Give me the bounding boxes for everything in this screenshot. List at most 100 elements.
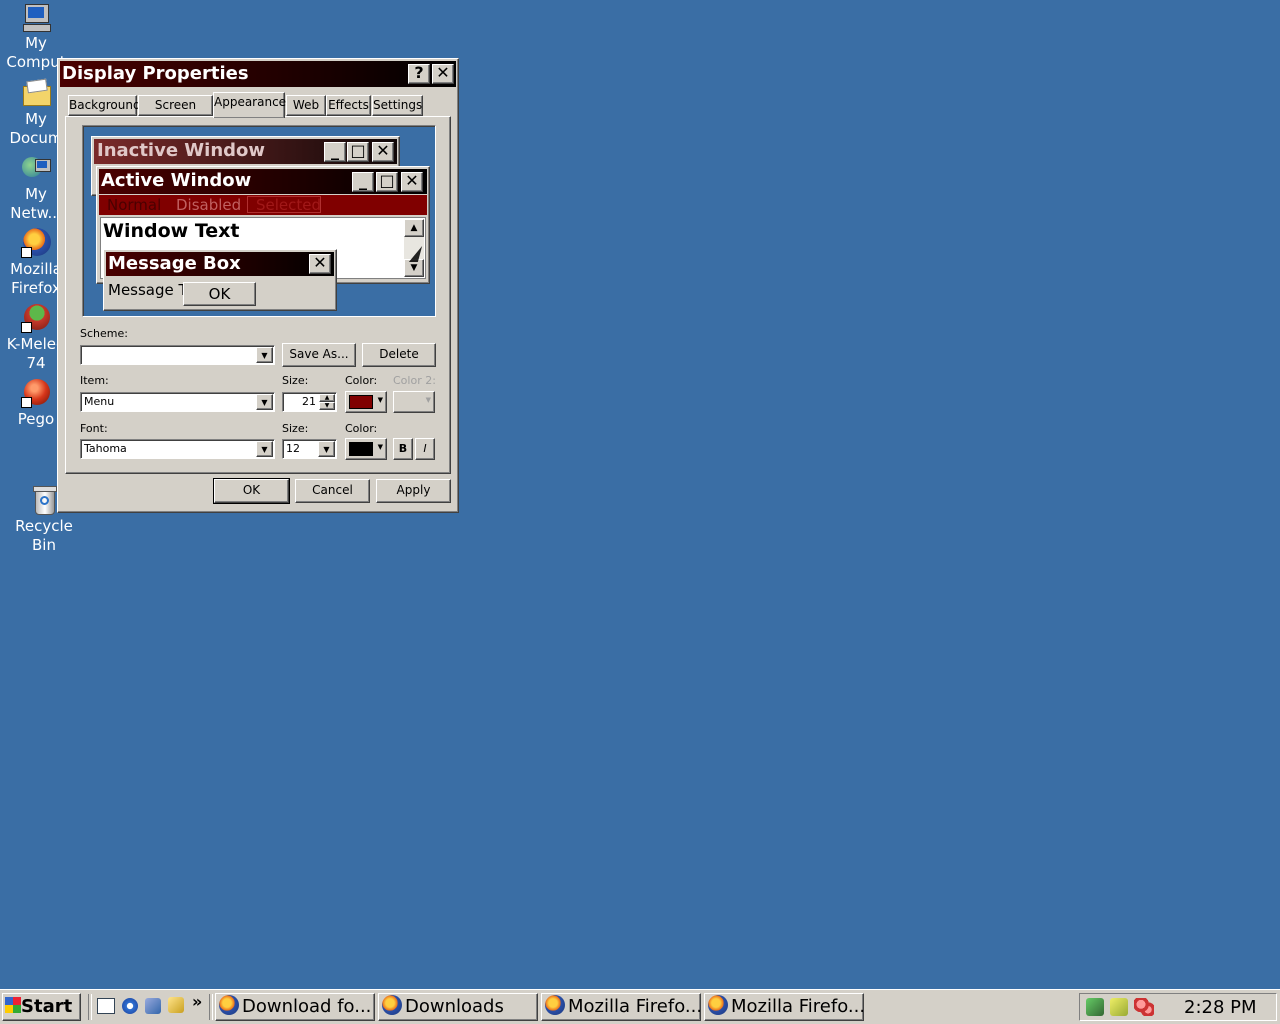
preview-menu-bar: Normal Disabled Selected (99, 195, 427, 215)
tab-label: Web (292, 98, 320, 112)
chevron-down-icon: ▼ (377, 443, 383, 451)
tab-effects[interactable]: Effects (326, 95, 371, 116)
quick-launch-ie-icon[interactable] (122, 998, 138, 1014)
item-color-swatch (349, 395, 373, 409)
quick-launch-chevron-icon[interactable]: » (192, 992, 202, 1011)
ok-button[interactable]: OK (213, 478, 290, 504)
quick-launch-network-icon[interactable] (145, 998, 161, 1014)
tab-settings[interactable]: Settings (372, 95, 423, 116)
ok-label: OK (242, 483, 261, 497)
desktop-icon-label: Bin (32, 536, 56, 554)
taskbar-button-downloads[interactable]: Downloads (378, 993, 538, 1021)
scheme-label: Scheme: (80, 327, 128, 340)
firefox-icon (219, 995, 239, 1015)
italic-button[interactable]: I (415, 438, 435, 460)
spin-down-icon[interactable]: ▼ (319, 402, 335, 410)
save-as-label: Save As... (289, 347, 349, 361)
font-color-swatch (349, 442, 373, 456)
firefox-icon (545, 995, 565, 1015)
clock[interactable]: 2:28 PM (1184, 997, 1257, 1018)
tab-appearance[interactable]: Appearance (213, 92, 287, 118)
chevron-down-icon[interactable]: ▼ (256, 347, 273, 363)
tab-screen-saver[interactable]: Screen Saver (138, 95, 213, 131)
preview-active-title: Active Window (101, 170, 252, 191)
preview-ok-label: OK (208, 285, 231, 303)
item-color2-label: Color 2: (393, 374, 436, 387)
tray-security-icon[interactable] (1110, 998, 1128, 1016)
chevron-down-icon[interactable]: ▼ (256, 394, 273, 410)
preview-ok-button: OK (183, 282, 256, 306)
dialog-title: Display Properties (62, 63, 249, 84)
taskbar-separator (209, 994, 213, 1020)
font-label: Font: (80, 422, 108, 435)
chevron-down-icon[interactable]: ▼ (256, 441, 273, 457)
preview-maximize-icon: □ (347, 142, 369, 162)
tab-label: Settings (373, 98, 423, 112)
desktop-icon-label: My (25, 34, 47, 52)
taskbar-button-download[interactable]: Download fo... (215, 993, 375, 1021)
folder-icon (21, 78, 51, 108)
font-select[interactable]: Tahoma ▼ (80, 439, 275, 459)
italic-label: I (423, 442, 427, 455)
taskbar-button-label: Downloads (405, 996, 504, 1017)
tray-network-icon[interactable] (1086, 998, 1104, 1016)
preview-message-box-title-bar: Message Box ✕ (106, 252, 334, 276)
scheme-select[interactable]: ▼ (80, 345, 275, 365)
font-color-label: Color: (345, 422, 378, 435)
quick-launch-desktop-icon[interactable] (97, 998, 115, 1014)
help-icon: ? (414, 63, 424, 82)
chevron-down-icon[interactable]: ▼ (318, 441, 335, 457)
start-button[interactable]: Start (2, 993, 81, 1021)
kmeleon-icon: ↗ (21, 303, 51, 333)
preview-window-text: Window Text (103, 220, 240, 242)
preview-inactive-title-bar: Inactive Window _ □ ✕ (94, 139, 397, 164)
preview-minimize-icon: _ (324, 142, 346, 162)
font-size-select[interactable]: 12 ▼ (282, 439, 337, 459)
item-select[interactable]: Menu ▼ (80, 392, 275, 412)
preview-close-icon: ✕ (401, 172, 423, 192)
font-size-value: 12 (286, 442, 300, 455)
apply-button[interactable]: Apply (376, 479, 451, 503)
chevron-down-icon: ▼ (377, 396, 383, 404)
cancel-label: Cancel (312, 483, 353, 497)
preview-menu-selected: Selected (247, 196, 321, 213)
help-button[interactable]: ? (408, 64, 430, 84)
quick-launch-search-icon[interactable] (168, 997, 184, 1013)
preview-menu-normal: Normal (107, 196, 162, 214)
tab-label: Effects (328, 98, 369, 112)
font-color-picker[interactable]: ▼ (345, 438, 387, 460)
tab-web[interactable]: Web (286, 95, 326, 116)
item-color2-picker: ▼ (393, 391, 435, 413)
dialog-title-bar[interactable]: Display Properties ? ✕ (60, 61, 456, 87)
preview-message-text-clip: Message Text (108, 280, 184, 302)
item-label: Item: (80, 374, 109, 387)
taskbar-button-label: Mozilla Firefo... (731, 996, 864, 1017)
tab-background[interactable]: Background (68, 95, 141, 116)
close-icon: ✕ (436, 63, 450, 82)
item-size-label: Size: (282, 374, 309, 387)
preview-close-icon: ✕ (309, 254, 331, 274)
pego-icon: ↗ (21, 378, 51, 408)
tray-users-icon[interactable] (1134, 998, 1154, 1016)
bold-button[interactable]: B (393, 438, 413, 460)
save-as-button[interactable]: Save As... (282, 343, 356, 367)
tab-label: Appearance (214, 95, 287, 109)
taskbar-button-label: Mozilla Firefo... (568, 996, 701, 1017)
preview-maximize-icon: □ (376, 172, 398, 192)
close-button[interactable]: ✕ (432, 64, 454, 84)
item-size-value: 21 (302, 395, 316, 408)
delete-label: Delete (379, 347, 419, 361)
item-size-spinner[interactable]: 21 ▲ ▼ (282, 392, 337, 412)
taskbar-button-firefox-1[interactable]: Mozilla Firefo... (541, 993, 701, 1021)
bold-label: B (398, 442, 408, 455)
spin-up-icon[interactable]: ▲ (319, 394, 335, 402)
item-color-picker[interactable]: ▼ (345, 391, 387, 413)
taskbar-button-firefox-2[interactable]: Mozilla Firefo... (704, 993, 864, 1021)
font-value: Tahoma (84, 442, 127, 455)
firefox-icon: ↗ (21, 228, 51, 258)
delete-button[interactable]: Delete (362, 343, 436, 367)
cancel-button[interactable]: Cancel (295, 479, 370, 503)
firefox-icon (708, 995, 728, 1015)
tab-label: Background (69, 98, 141, 112)
preview-close-icon: ✕ (372, 142, 394, 162)
